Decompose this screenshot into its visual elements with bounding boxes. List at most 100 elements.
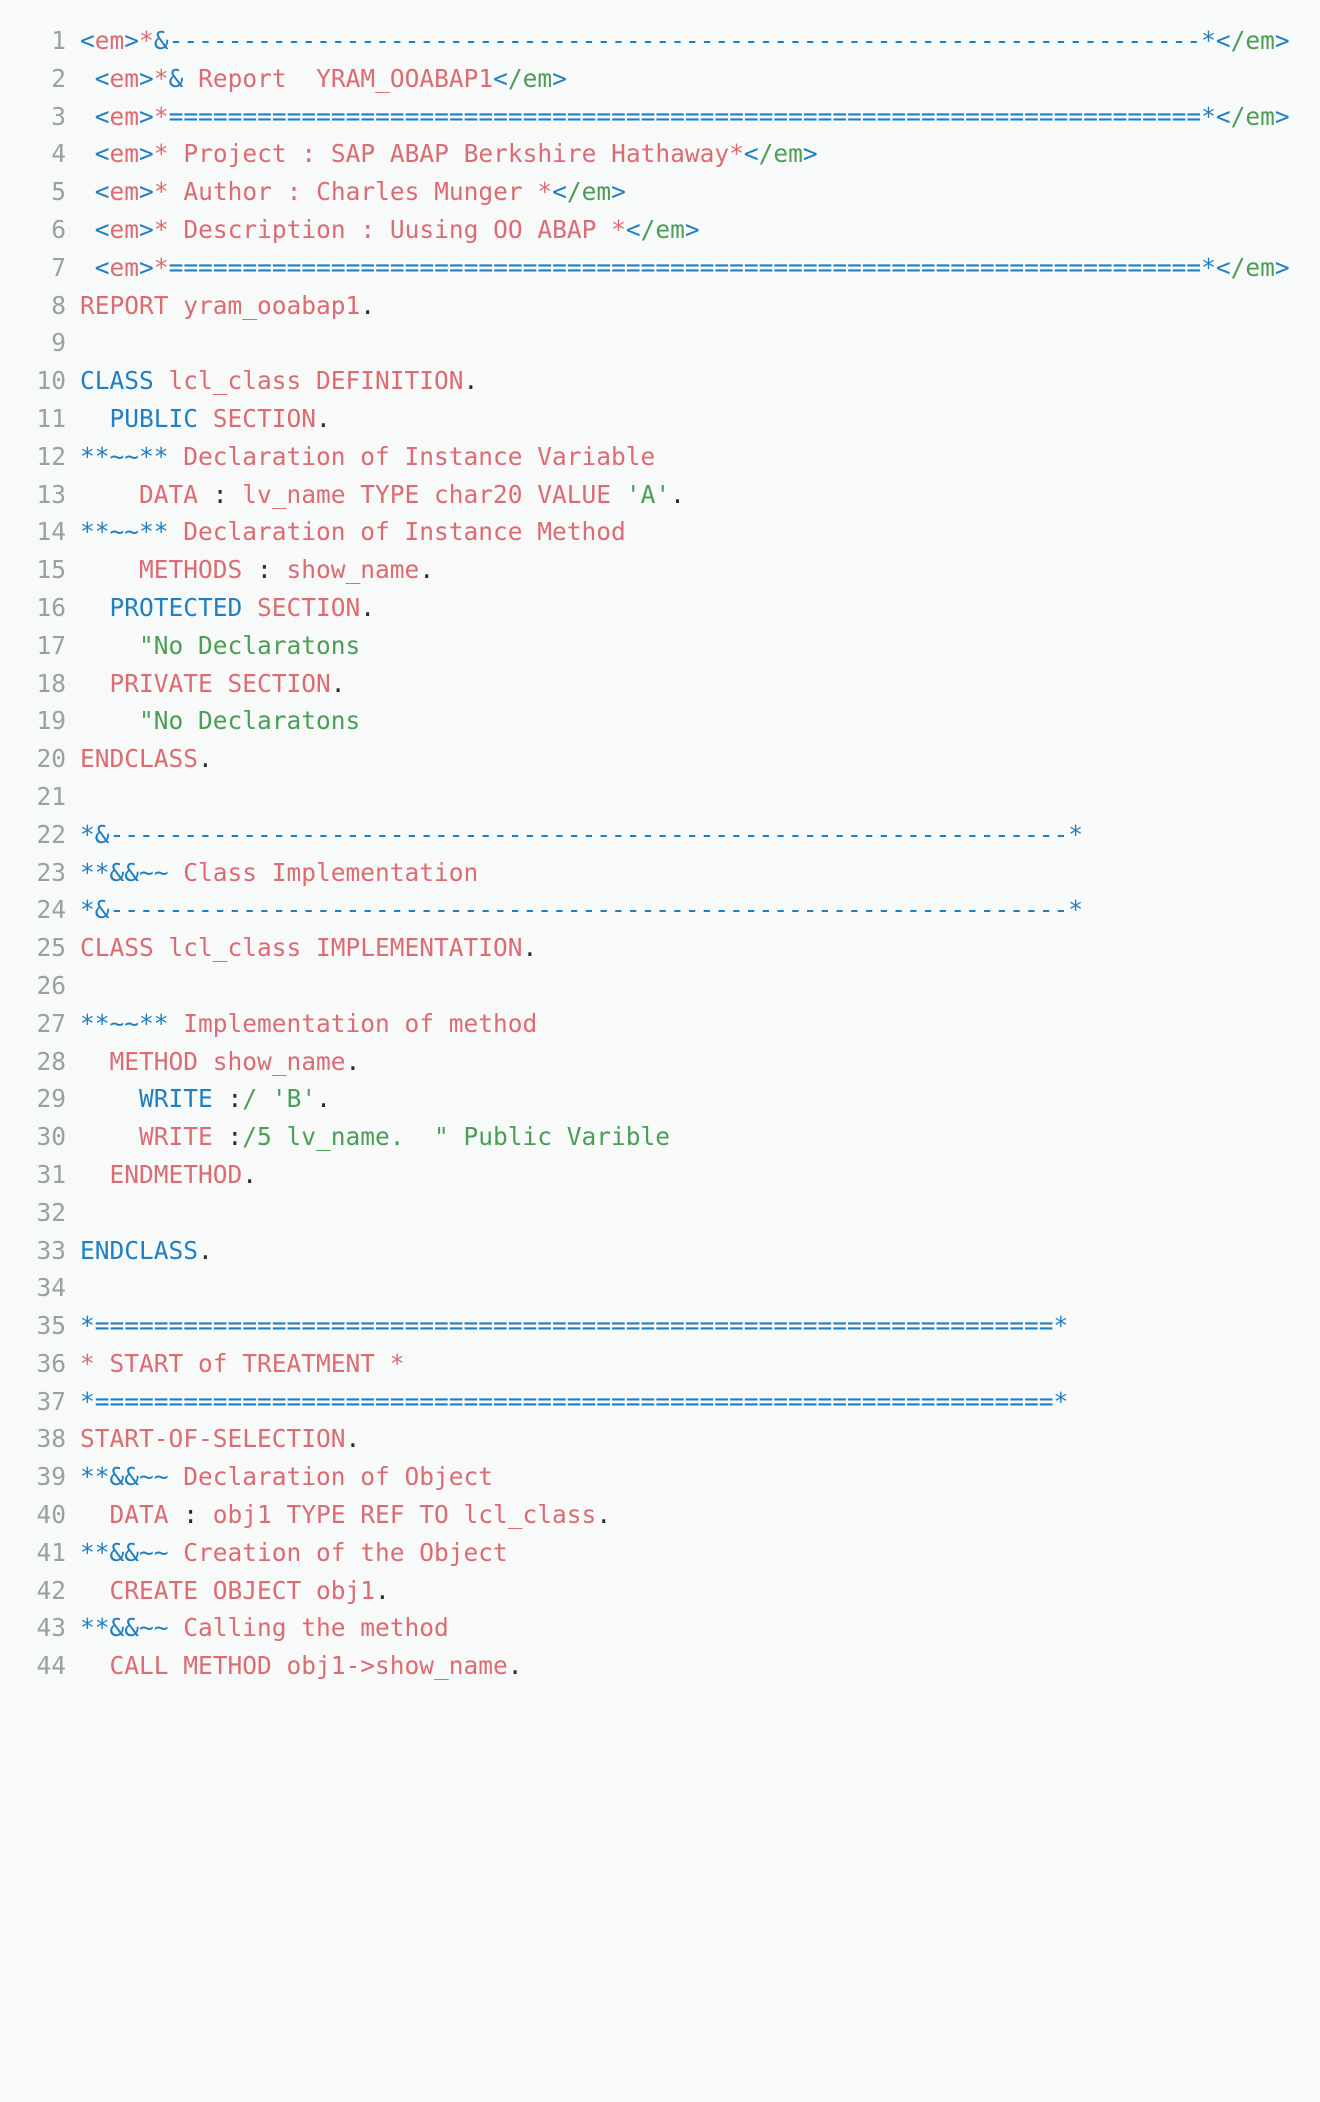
code-line: 37 *=====================================… — [0, 1383, 1320, 1421]
code-token: *=======================================… — [80, 1386, 1039, 1416]
code-line: 3 <em>*=================================… — [0, 98, 1320, 136]
code-token: . — [375, 1575, 390, 1605]
code-token: . — [419, 555, 435, 585]
code-token: *=======================================… — [80, 1311, 1039, 1341]
code-token: > — [139, 252, 154, 282]
code-token: /em — [566, 177, 612, 207]
code-line: 17 "No Declaratons — [0, 627, 1320, 665]
code-token: > — [139, 177, 154, 207]
code-line: 14 **~~** Declaration of Instance Method — [0, 513, 1320, 551]
line-number: 2 — [51, 63, 66, 93]
code-token: < — [1215, 101, 1231, 131]
code-token: Calling the method — [168, 1613, 449, 1643]
code-token: /em — [640, 214, 685, 244]
code-token: 'A' — [625, 479, 671, 509]
code-line: 24 *&------------------------------------… — [0, 891, 1320, 929]
line-number: 32 — [36, 1197, 66, 1227]
code-token: **~~** — [80, 441, 169, 471]
code-token: > — [802, 139, 818, 169]
code-token: / — [242, 1084, 272, 1114]
code-token: . — [596, 1500, 612, 1530]
code-token: . — [360, 592, 376, 622]
code-line: 27 **~~** Implementation of method — [0, 1005, 1320, 1043]
code-token: ========================================… — [168, 252, 1113, 282]
line-number: 16 — [36, 592, 66, 622]
code-token: . — [345, 1046, 361, 1076]
code-token: **&&~~ — [80, 857, 169, 887]
code-line: 18 PRIVATE SECTION. — [0, 665, 1320, 703]
line-number: 5 — [51, 177, 66, 207]
line-number: 18 — [36, 668, 66, 698]
code-token: . — [316, 1084, 331, 1114]
code-token: *&--------------------------------------… — [80, 895, 1054, 925]
code-line: 22 *&------------------------------------… — [0, 816, 1320, 854]
code-line: 41 **&&~~ Creation of the Object — [0, 1534, 1320, 1572]
line-content: <em>*===================================… — [66, 98, 1320, 136]
code-token: < — [625, 214, 641, 244]
code-line: 43 **&&~~ Calling the method — [0, 1609, 1320, 1647]
code-token: * — [153, 252, 169, 282]
code-token: Creation of the Object — [168, 1537, 508, 1567]
line-number: 43 — [36, 1613, 66, 1643]
line-number: 42 — [36, 1575, 66, 1605]
line-number: 25 — [36, 933, 66, 963]
code-token: < — [94, 252, 110, 282]
code-line: 12 **~~** Declaration of Instance Variabl… — [0, 438, 1320, 476]
code-token: ENDCLASS — [80, 744, 199, 774]
code-token: > — [124, 26, 140, 55]
code-token: 'B' — [271, 1084, 317, 1114]
code-token: . — [316, 403, 331, 433]
code-token: /em — [1230, 26, 1275, 55]
code-token: . — [198, 1235, 213, 1265]
line-number: 13 — [36, 479, 66, 509]
code-token: Declaration of Instance Variable — [168, 441, 656, 471]
code-line: 8 REPORT yram_ooabap1. — [0, 287, 1320, 325]
code-line: 21 — [0, 778, 1320, 816]
code-token: show_name — [271, 555, 420, 585]
code-line: 44 CALL METHOD obj1->show_name. — [0, 1647, 1320, 1685]
code-token: > — [1274, 26, 1290, 55]
code-line: 10 CLASS lcl_class DEFINITION. — [0, 362, 1320, 400]
line-number: 12 — [36, 441, 66, 471]
code-token: *&--------------------------------------… — [80, 819, 1054, 849]
code-token: . — [242, 1159, 258, 1189]
code-token: & — [168, 63, 184, 93]
code-token: > — [1274, 252, 1290, 282]
line-content: **~~** Declaration of Instance Method — [66, 513, 1320, 551]
code-token: ENDCLASS — [80, 1235, 199, 1265]
line-number: 23 — [36, 857, 66, 887]
code-token: WRITE — [139, 1084, 213, 1114]
code-token: . — [345, 1424, 361, 1454]
line-content: * START of TREATMENT * — [66, 1345, 1320, 1383]
code-token: . — [198, 744, 213, 774]
code-token: > — [139, 63, 154, 93]
code-token: =* — [1038, 1386, 1069, 1416]
code-token: . — [463, 366, 479, 396]
code-token: > — [552, 63, 567, 93]
code-token: > — [139, 101, 154, 131]
line-content: START-OF-SELECTION. — [66, 1420, 1320, 1458]
code-token: lcl_class DEFINITION — [153, 366, 464, 396]
line-content: **&&~~ Class Implementation — [66, 854, 1320, 892]
line-number: 40 — [36, 1500, 66, 1530]
line-number: 10 — [36, 366, 66, 396]
code-token: > — [611, 177, 626, 207]
code-line: 30 WRITE :/5 lv_name. " Public Varible — [0, 1118, 1320, 1156]
code-line: 11 PUBLIC SECTION. — [0, 400, 1320, 438]
line-content: DATA : obj1 TYPE REF TO lcl_class. — [66, 1496, 1320, 1534]
line-content: *=======================================… — [66, 1383, 1320, 1421]
line-number: 30 — [36, 1122, 66, 1152]
code-token: * Description : Uusing OO ABAP * — [153, 214, 626, 244]
line-number: 3 — [51, 101, 66, 131]
code-token: < — [1215, 26, 1231, 55]
code-token: > — [139, 139, 154, 169]
code-token: /5 lv_name. " Public Varible — [242, 1122, 671, 1152]
code-line: 29 WRITE :/ 'B'. — [0, 1080, 1320, 1118]
line-content: **~~** Declaration of Instance Variable — [66, 438, 1320, 476]
line-content: <em>* Project : SAP ABAP Berkshire Hatha… — [66, 135, 1320, 173]
